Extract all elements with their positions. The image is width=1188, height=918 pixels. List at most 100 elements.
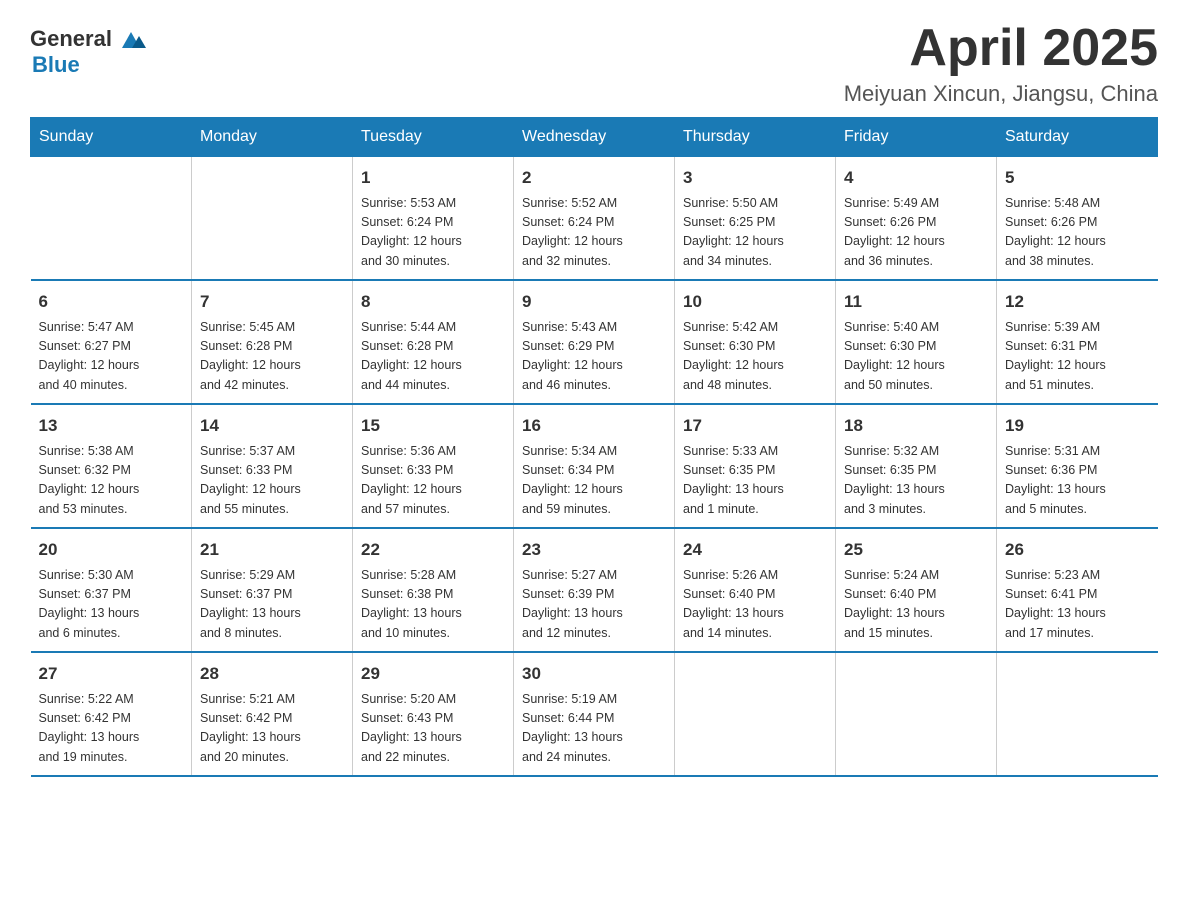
calendar-cell: 13 Sunrise: 5:38 AMSunset: 6:32 PMDayligh… <box>31 404 192 528</box>
day-info: Sunrise: 5:37 AMSunset: 6:33 PMDaylight:… <box>200 442 344 520</box>
day-number: 21 <box>200 537 344 563</box>
day-number: 2 <box>522 165 666 191</box>
calendar-cell: 16Sunrise: 5:34 AMSunset: 6:34 PMDayligh… <box>514 404 675 528</box>
day-info: Sunrise: 5:24 AMSunset: 6:40 PMDaylight:… <box>844 566 988 644</box>
day-number: 23 <box>522 537 666 563</box>
day-info: Sunrise: 5:45 AMSunset: 6:28 PMDaylight:… <box>200 318 344 396</box>
calendar-cell: 30Sunrise: 5:19 AMSunset: 6:44 PMDayligh… <box>514 652 675 776</box>
day-info: Sunrise: 5:29 AMSunset: 6:37 PMDaylight:… <box>200 566 344 644</box>
day-info: Sunrise: 5:20 AMSunset: 6:43 PMDaylight:… <box>361 690 505 768</box>
day-info: Sunrise: 5:31 AMSunset: 6:36 PMDaylight:… <box>1005 442 1150 520</box>
calendar-cell: 23 Sunrise: 5:27 AMSunset: 6:39 PMDayligh… <box>514 528 675 652</box>
day-number: 27 <box>39 661 184 687</box>
calendar-cell <box>31 157 192 281</box>
calendar-cell: 20Sunrise: 5:30 AMSunset: 6:37 PMDayligh… <box>31 528 192 652</box>
calendar-cell: 4Sunrise: 5:49 AMSunset: 6:26 PMDaylight… <box>836 157 997 281</box>
day-number: 13 <box>39 413 184 439</box>
page-header: General Blue April 2025 Meiyuan Xincun, … <box>30 20 1158 107</box>
calendar-cell: 14 Sunrise: 5:37 AMSunset: 6:33 PMDayligh… <box>192 404 353 528</box>
day-number: 22 <box>361 537 505 563</box>
calendar-week-3: 13 Sunrise: 5:38 AMSunset: 6:32 PMDayligh… <box>31 404 1158 528</box>
day-info: Sunrise: 5:27 AMSunset: 6:39 PMDaylight:… <box>522 566 666 644</box>
calendar-cell: 3 Sunrise: 5:50 AMSunset: 6:25 PMDaylight… <box>675 157 836 281</box>
day-number: 3 <box>683 165 827 191</box>
day-info: Sunrise: 5:32 AMSunset: 6:35 PMDaylight:… <box>844 442 988 520</box>
day-number: 12 <box>1005 289 1150 315</box>
calendar-cell: 6Sunrise: 5:47 AMSunset: 6:27 PMDaylight… <box>31 280 192 404</box>
calendar-week-2: 6Sunrise: 5:47 AMSunset: 6:27 PMDaylight… <box>31 280 1158 404</box>
calendar-cell: 28Sunrise: 5:21 AMSunset: 6:42 PMDayligh… <box>192 652 353 776</box>
day-number: 10 <box>683 289 827 315</box>
calendar-cell: 17 Sunrise: 5:33 AMSunset: 6:35 PMDayligh… <box>675 404 836 528</box>
calendar-cell: 2 Sunrise: 5:52 AMSunset: 6:24 PMDaylight… <box>514 157 675 281</box>
calendar-cell: 18 Sunrise: 5:32 AMSunset: 6:35 PMDayligh… <box>836 404 997 528</box>
calendar-cell: 9 Sunrise: 5:43 AMSunset: 6:29 PMDaylight… <box>514 280 675 404</box>
day-info: Sunrise: 5:23 AMSunset: 6:41 PMDaylight:… <box>1005 566 1150 644</box>
calendar-cell: 10 Sunrise: 5:42 AMSunset: 6:30 PMDayligh… <box>675 280 836 404</box>
logo-text-blue: Blue <box>32 52 80 77</box>
calendar-body: 1 Sunrise: 5:53 AMSunset: 6:24 PMDaylight… <box>31 157 1158 777</box>
day-number: 20 <box>39 537 184 563</box>
day-info: Sunrise: 5:26 AMSunset: 6:40 PMDaylight:… <box>683 566 827 644</box>
day-info: Sunrise: 5:34 AMSunset: 6:34 PMDaylight:… <box>522 442 666 520</box>
calendar-cell <box>675 652 836 776</box>
day-info: Sunrise: 5:28 AMSunset: 6:38 PMDaylight:… <box>361 566 505 644</box>
day-info: Sunrise: 5:50 AMSunset: 6:25 PMDaylight:… <box>683 194 827 272</box>
calendar-cell: 26Sunrise: 5:23 AMSunset: 6:41 PMDayligh… <box>997 528 1158 652</box>
day-info: Sunrise: 5:38 AMSunset: 6:32 PMDaylight:… <box>39 442 184 520</box>
calendar-title: April 2025 <box>844 20 1158 77</box>
calendar-cell: 29 Sunrise: 5:20 AMSunset: 6:43 PMDayligh… <box>353 652 514 776</box>
weekday-header-sunday: Sunday <box>31 118 192 157</box>
day-number: 11 <box>844 289 988 315</box>
calendar-cell <box>997 652 1158 776</box>
day-number: 29 <box>361 661 505 687</box>
calendar-cell: 8Sunrise: 5:44 AMSunset: 6:28 PMDaylight… <box>353 280 514 404</box>
day-info: Sunrise: 5:19 AMSunset: 6:44 PMDaylight:… <box>522 690 666 768</box>
day-info: Sunrise: 5:49 AMSunset: 6:26 PMDaylight:… <box>844 194 988 272</box>
day-number: 14 <box>200 413 344 439</box>
logo: General Blue <box>30 20 150 77</box>
day-info: Sunrise: 5:39 AMSunset: 6:31 PMDaylight:… <box>1005 318 1150 396</box>
day-number: 24 <box>683 537 827 563</box>
calendar-cell <box>192 157 353 281</box>
calendar-cell: 21 Sunrise: 5:29 AMSunset: 6:37 PMDayligh… <box>192 528 353 652</box>
day-info: Sunrise: 5:42 AMSunset: 6:30 PMDaylight:… <box>683 318 827 396</box>
day-number: 17 <box>683 413 827 439</box>
weekday-header-saturday: Saturday <box>997 118 1158 157</box>
calendar-week-5: 27Sunrise: 5:22 AMSunset: 6:42 PMDayligh… <box>31 652 1158 776</box>
day-info: Sunrise: 5:36 AMSunset: 6:33 PMDaylight:… <box>361 442 505 520</box>
day-info: Sunrise: 5:44 AMSunset: 6:28 PMDaylight:… <box>361 318 505 396</box>
day-number: 15 <box>361 413 505 439</box>
weekday-header-thursday: Thursday <box>675 118 836 157</box>
calendar-cell: 22 Sunrise: 5:28 AMSunset: 6:38 PMDayligh… <box>353 528 514 652</box>
day-info: Sunrise: 5:48 AMSunset: 6:26 PMDaylight:… <box>1005 194 1150 272</box>
calendar-cell: 25 Sunrise: 5:24 AMSunset: 6:40 PMDayligh… <box>836 528 997 652</box>
day-number: 1 <box>361 165 505 191</box>
calendar-cell: 1 Sunrise: 5:53 AMSunset: 6:24 PMDaylight… <box>353 157 514 281</box>
logo-text-general: General <box>30 28 112 50</box>
weekday-header-row: SundayMondayTuesdayWednesdayThursdayFrid… <box>31 118 1158 157</box>
logo-icon <box>112 20 150 58</box>
day-info: Sunrise: 5:33 AMSunset: 6:35 PMDaylight:… <box>683 442 827 520</box>
calendar-cell: 19Sunrise: 5:31 AMSunset: 6:36 PMDayligh… <box>997 404 1158 528</box>
title-section: April 2025 Meiyuan Xincun, Jiangsu, Chin… <box>844 20 1158 107</box>
day-number: 9 <box>522 289 666 315</box>
calendar-table: SundayMondayTuesdayWednesdayThursdayFrid… <box>30 117 1158 777</box>
weekday-header-wednesday: Wednesday <box>514 118 675 157</box>
calendar-cell: 11 Sunrise: 5:40 AMSunset: 6:30 PMDayligh… <box>836 280 997 404</box>
day-info: Sunrise: 5:47 AMSunset: 6:27 PMDaylight:… <box>39 318 184 396</box>
calendar-cell: 5 Sunrise: 5:48 AMSunset: 6:26 PMDaylight… <box>997 157 1158 281</box>
weekday-header-friday: Friday <box>836 118 997 157</box>
day-info: Sunrise: 5:43 AMSunset: 6:29 PMDaylight:… <box>522 318 666 396</box>
calendar-week-1: 1 Sunrise: 5:53 AMSunset: 6:24 PMDaylight… <box>31 157 1158 281</box>
day-number: 5 <box>1005 165 1150 191</box>
day-number: 18 <box>844 413 988 439</box>
day-info: Sunrise: 5:52 AMSunset: 6:24 PMDaylight:… <box>522 194 666 272</box>
day-info: Sunrise: 5:21 AMSunset: 6:42 PMDaylight:… <box>200 690 344 768</box>
calendar-cell <box>836 652 997 776</box>
calendar-cell: 15 Sunrise: 5:36 AMSunset: 6:33 PMDayligh… <box>353 404 514 528</box>
calendar-cell: 27Sunrise: 5:22 AMSunset: 6:42 PMDayligh… <box>31 652 192 776</box>
day-info: Sunrise: 5:40 AMSunset: 6:30 PMDaylight:… <box>844 318 988 396</box>
day-number: 25 <box>844 537 988 563</box>
day-info: Sunrise: 5:53 AMSunset: 6:24 PMDaylight:… <box>361 194 505 272</box>
